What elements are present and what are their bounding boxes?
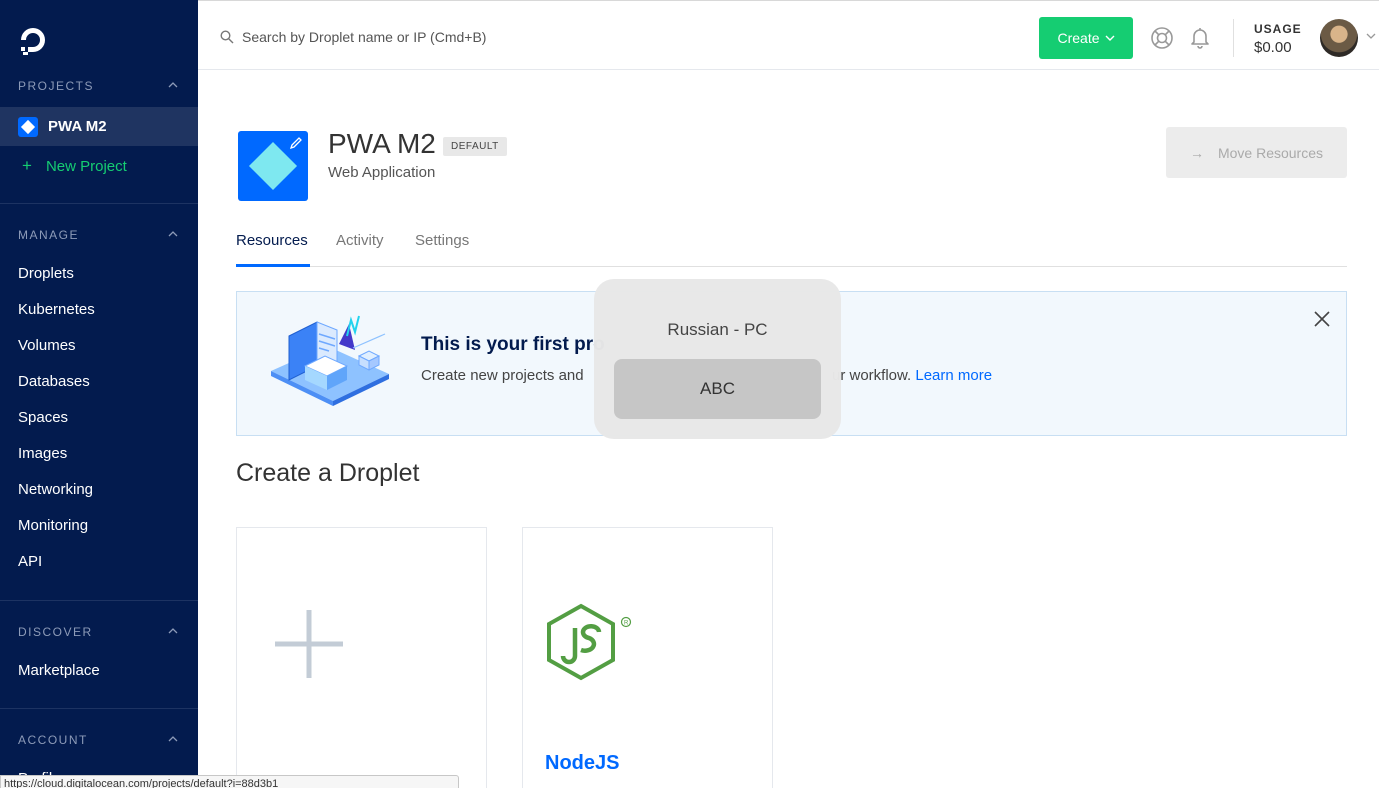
avatar[interactable] <box>1320 19 1358 57</box>
banner-text-tail: ur workflow. <box>832 367 912 384</box>
input-source-selected[interactable]: ABC <box>614 359 821 419</box>
sidebar-item-images[interactable]: Images <box>18 445 67 462</box>
top-header: Create USAGE $0.00 <box>198 0 1379 70</box>
learn-more-link[interactable]: Learn more <box>915 367 992 384</box>
discover-section-title: DISCOVER <box>18 625 93 639</box>
sidebar-item-kubernetes[interactable]: Kubernetes <box>18 301 95 318</box>
svg-text:R: R <box>624 621 629 627</box>
sidebar-item-droplets[interactable]: Droplets <box>18 265 74 282</box>
sidebar-item-databases[interactable]: Databases <box>18 373 90 390</box>
move-resources-label: Move Resources <box>1217 144 1324 161</box>
chevron-down-icon <box>1105 35 1115 41</box>
sidebar-divider <box>0 203 198 204</box>
create-button-label: Create <box>1057 30 1100 46</box>
sidebar-item-marketplace[interactable]: Marketplace <box>18 662 100 679</box>
chevron-up-icon[interactable] <box>168 80 178 90</box>
banner-title: This is your first pro <box>421 334 605 355</box>
active-tab-indicator <box>236 264 310 267</box>
create-droplet-heading: Create a Droplet <box>236 459 420 487</box>
account-section-title: ACCOUNT <box>18 733 88 747</box>
tab-activity[interactable]: Activity <box>336 232 384 249</box>
status-url-bar: https://cloud.digitalocean.com/projects/… <box>0 775 459 788</box>
sidebar-item-volumes[interactable]: Volumes <box>18 337 76 354</box>
sidebar: PROJECTS PWA M2 + New Project MANAGE Drop… <box>0 0 198 788</box>
move-resources-button[interactable]: → Move Resources <box>1166 127 1347 178</box>
help-lifebuoy-icon[interactable] <box>1150 26 1174 50</box>
usage-label[interactable]: USAGE <box>1254 22 1302 36</box>
project-subtitle: Web Application <box>328 164 436 181</box>
input-source-name: Russian - PC <box>667 320 768 339</box>
sidebar-item-spaces[interactable]: Spaces <box>18 409 68 426</box>
default-badge: DEFAULT <box>443 137 507 156</box>
create-button[interactable]: Create <box>1039 17 1133 59</box>
banner-text: Create new projects and <box>421 367 584 384</box>
projects-section-title: PROJECTS <box>18 79 95 93</box>
digitalocean-logo-icon[interactable] <box>18 25 48 55</box>
project-tabs: Resources Activity Settings <box>236 230 1347 267</box>
project-icon[interactable] <box>238 131 308 201</box>
project-illustration-icon <box>271 315 389 406</box>
plus-icon <box>275 610 343 678</box>
arrow-right-icon: → <box>1189 144 1204 161</box>
chevron-down-icon[interactable] <box>1366 33 1376 40</box>
sidebar-divider <box>0 708 198 709</box>
pencil-edit-icon[interactable] <box>288 135 304 151</box>
chevron-up-icon[interactable] <box>168 734 178 744</box>
input-source-switcher: Russian - PC ABC <box>594 279 841 439</box>
search-icon <box>220 30 234 44</box>
tab-resources[interactable]: Resources <box>236 232 308 249</box>
nodejs-droplet-card[interactable]: R NodeJS <box>522 527 773 788</box>
sidebar-item-networking[interactable]: Networking <box>18 481 93 498</box>
tab-settings[interactable]: Settings <box>415 232 469 249</box>
droplet-search-input[interactable] <box>242 23 742 51</box>
sidebar-item-api[interactable]: API <box>18 553 42 570</box>
plus-icon: + <box>22 156 32 175</box>
notification-bell-icon[interactable] <box>1188 25 1212 49</box>
banner-text-continued: ur workflow. Learn more <box>832 367 992 384</box>
sidebar-divider <box>0 600 198 601</box>
page-title: PWA M2 <box>328 128 436 159</box>
chevron-up-icon[interactable] <box>168 626 178 636</box>
close-icon[interactable] <box>1313 310 1331 328</box>
new-project-label: New Project <box>45 158 127 175</box>
nodejs-logo-icon: R <box>547 603 632 681</box>
card-name: NodeJS <box>545 752 620 774</box>
header-divider <box>1233 19 1234 57</box>
create-droplet-card[interactable] <box>236 527 487 788</box>
sidebar-active-project-label[interactable]: PWA M2 <box>48 118 107 135</box>
chevron-up-icon[interactable] <box>168 229 178 239</box>
sidebar-item-monitoring[interactable]: Monitoring <box>18 517 88 534</box>
new-project-link[interactable]: + New Project <box>22 156 127 176</box>
manage-section-title: MANAGE <box>18 228 80 242</box>
project-diamond-icon <box>18 117 38 137</box>
usage-value[interactable]: $0.00 <box>1254 39 1292 56</box>
